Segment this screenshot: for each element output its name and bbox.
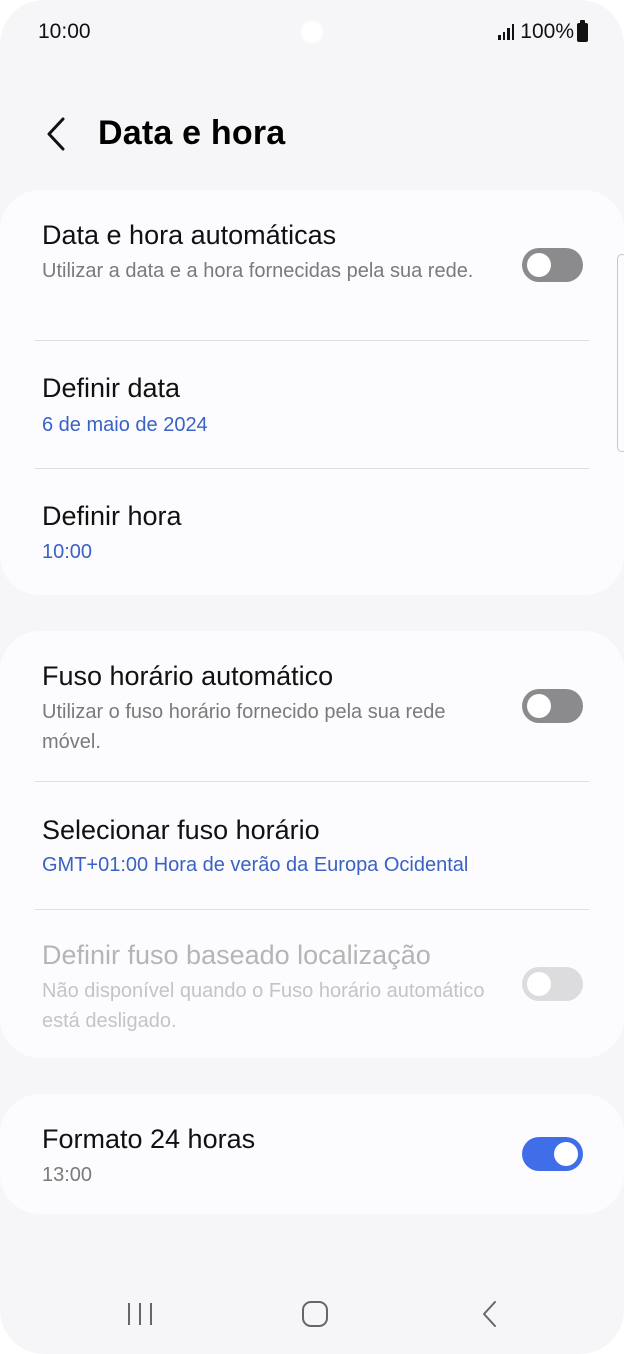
back-icon bbox=[483, 1301, 496, 1327]
navigation-bar bbox=[0, 1280, 624, 1350]
auto-datetime-row[interactable]: Data e hora automáticas Utilizar a data … bbox=[0, 190, 624, 340]
set-time-value: 10:00 bbox=[42, 541, 93, 563]
date-time-card: Data e hora automáticas Utilizar a data … bbox=[0, 190, 624, 595]
auto-timezone-title: Fuso horário automático bbox=[42, 661, 334, 691]
set-date-value: 6 de maio de 2024 bbox=[42, 414, 208, 436]
auto-datetime-toggle[interactable] bbox=[522, 248, 583, 282]
select-timezone-value: GMT+01:00 Hora de verão da Europa Ociden… bbox=[42, 854, 469, 876]
back-button[interactable] bbox=[34, 110, 78, 158]
format-24h-row[interactable]: Formato 24 horas 13:00 bbox=[0, 1094, 624, 1214]
format-24h-toggle[interactable] bbox=[522, 1137, 583, 1171]
chevron-left-icon bbox=[47, 117, 65, 151]
home-icon bbox=[302, 1301, 328, 1327]
signal-icon bbox=[498, 24, 515, 40]
scrollbar[interactable] bbox=[617, 254, 624, 452]
set-date-row[interactable]: Definir data 6 de maio de 2024 bbox=[0, 341, 624, 468]
timezone-card: Fuso horário automático Utilizar o fuso … bbox=[0, 631, 624, 1058]
auto-timezone-description: Utilizar o fuso horário fornecido pela s… bbox=[42, 701, 446, 753]
select-timezone-row[interactable]: Selecionar fuso horário GMT+01:00 Hora d… bbox=[0, 782, 624, 909]
select-timezone-title: Selecionar fuso horário bbox=[42, 815, 320, 845]
toggle-knob bbox=[554, 1142, 578, 1166]
battery-icon bbox=[577, 19, 588, 42]
set-time-row[interactable]: Definir hora 10:00 bbox=[0, 469, 624, 595]
status-indicators: 100% bbox=[498, 19, 588, 44]
nav-back-button[interactable] bbox=[460, 1294, 520, 1334]
set-time-title: Definir hora bbox=[42, 501, 182, 531]
location-timezone-row: Definir fuso baseado localização Não dis… bbox=[0, 910, 624, 1058]
auto-datetime-title: Data e hora automáticas bbox=[42, 220, 337, 250]
toggle-knob bbox=[527, 253, 551, 277]
auto-datetime-description: Utilizar a data e a hora fornecidas pela… bbox=[42, 260, 474, 282]
format-card: Formato 24 horas 13:00 bbox=[0, 1094, 624, 1214]
phone-screen: 10:00 100% Data e hora Data e hora autom… bbox=[0, 0, 624, 1354]
location-timezone-toggle bbox=[522, 967, 583, 1001]
home-button[interactable] bbox=[285, 1294, 345, 1334]
auto-timezone-toggle[interactable] bbox=[522, 689, 583, 723]
set-date-title: Definir data bbox=[42, 373, 181, 403]
recent-apps-button[interactable] bbox=[110, 1294, 170, 1334]
auto-timezone-row[interactable]: Fuso horário automático Utilizar o fuso … bbox=[0, 631, 624, 781]
battery-percentage: 100% bbox=[520, 20, 574, 43]
location-timezone-title: Definir fuso baseado localização bbox=[42, 940, 431, 970]
format-24h-value: 13:00 bbox=[42, 1164, 93, 1186]
format-24h-title: Formato 24 horas bbox=[42, 1124, 256, 1154]
front-camera bbox=[301, 21, 323, 43]
toggle-knob bbox=[527, 972, 551, 996]
location-timezone-description: Não disponível quando o Fuso horário aut… bbox=[42, 980, 485, 1032]
status-time: 10:00 bbox=[38, 20, 91, 43]
recent-apps-icon bbox=[128, 1303, 152, 1325]
toggle-knob bbox=[527, 694, 551, 718]
status-bar: 10:00 100% bbox=[0, 0, 624, 66]
page-title: Data e hora bbox=[98, 114, 286, 152]
